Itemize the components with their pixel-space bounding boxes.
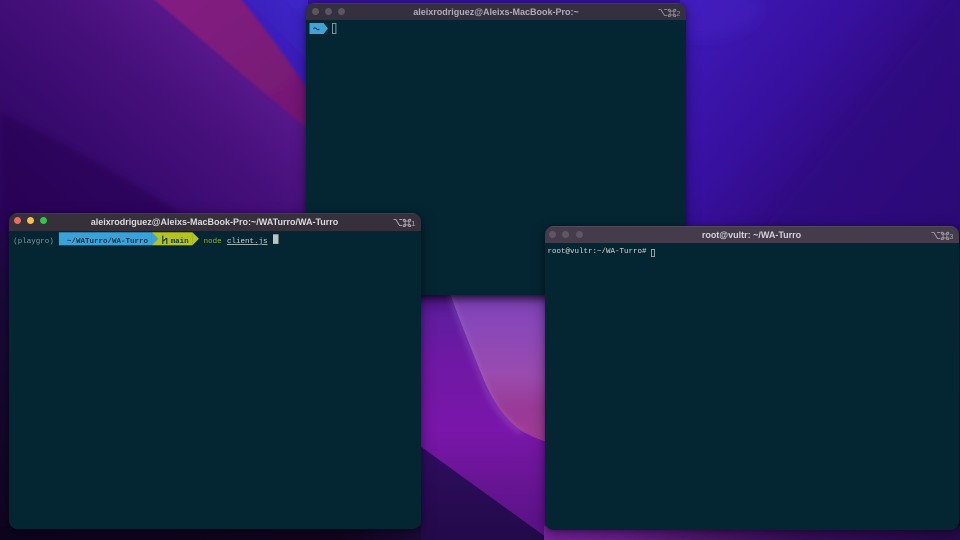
svg-text:main: main	[170, 238, 189, 246]
svg-text:~/WATurro/WA-Turro: ~/WATurro/WA-Turro	[67, 238, 149, 246]
svg-text:node: node	[203, 238, 221, 246]
svg-text:3: 3	[949, 232, 953, 240]
svg-text:1: 1	[411, 219, 415, 227]
svg-text:2: 2	[676, 9, 680, 17]
svg-text:(playgro): (playgro)	[13, 238, 54, 246]
svg-text:client.js: client.js	[227, 238, 268, 246]
